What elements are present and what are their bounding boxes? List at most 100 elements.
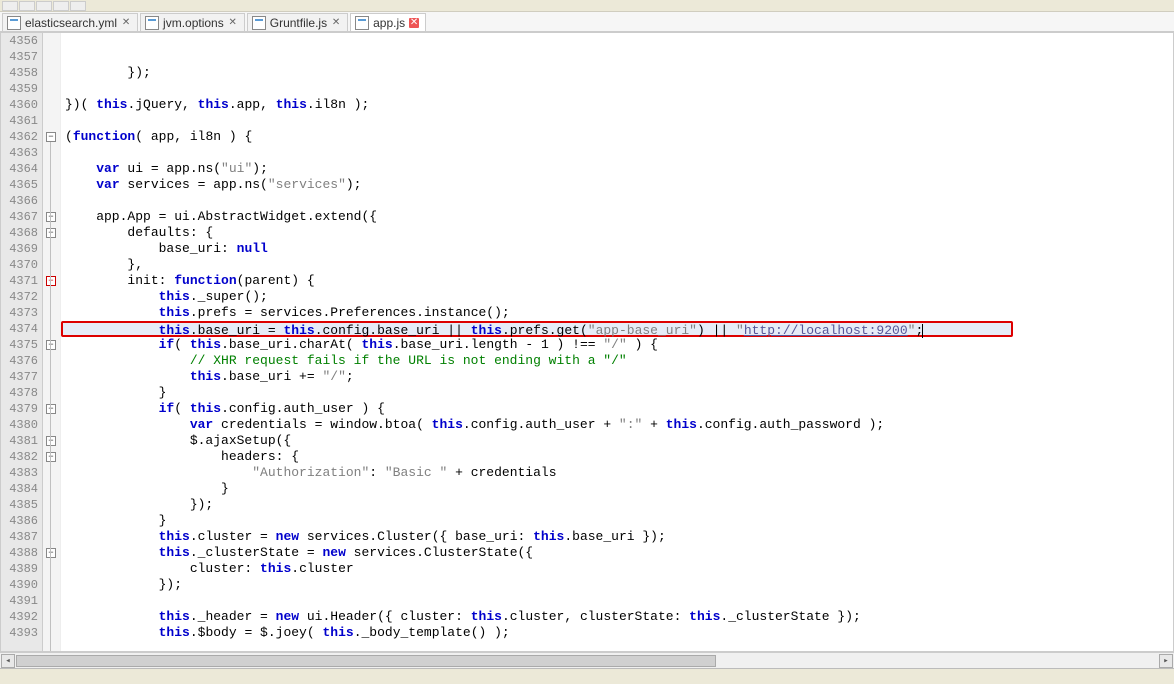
line-number: 4386 xyxy=(1,513,38,529)
line-number: 4380 xyxy=(1,417,38,433)
line-number: 4368 xyxy=(1,225,38,241)
line-number: 4361 xyxy=(1,113,38,129)
file-icon xyxy=(252,16,266,30)
editor-area: 4356435743584359436043614362436343644365… xyxy=(0,32,1174,652)
tab-label: jvm.options xyxy=(163,16,224,30)
line-number: 4393 xyxy=(1,625,38,641)
file-icon xyxy=(145,16,159,30)
code-line[interactable]: cluster: this.cluster xyxy=(61,561,1173,577)
code-line[interactable]: })( this.jQuery, this.app, this.il8n ); xyxy=(61,97,1173,113)
tab-jvm-options[interactable]: jvm.options ✕ xyxy=(140,13,245,31)
scroll-left-button[interactable]: ◂ xyxy=(1,654,15,668)
code-line[interactable]: if( this.base_uri.charAt( this.base_uri.… xyxy=(61,337,1173,353)
code-line[interactable]: this._clusterState = new services.Cluste… xyxy=(61,545,1173,561)
line-number: 4356 xyxy=(1,33,38,49)
line-number: 4370 xyxy=(1,257,38,273)
code-line[interactable]: (function( app, il8n ) { xyxy=(61,129,1173,145)
fold-toggle[interactable]: − xyxy=(46,452,56,462)
main-toolbar xyxy=(0,0,1174,12)
code-line[interactable] xyxy=(61,49,1173,65)
code-line[interactable]: "Authorization": "Basic " + credentials xyxy=(61,465,1173,481)
tab-app-js[interactable]: app.js✕ xyxy=(350,13,426,31)
code-line[interactable]: this.prefs = services.Preferences.instan… xyxy=(61,305,1173,321)
toolbar-icon[interactable] xyxy=(2,1,18,11)
line-number: 4373 xyxy=(1,305,38,321)
fold-toggle[interactable]: − xyxy=(46,228,56,238)
close-icon[interactable]: ✕ xyxy=(409,18,419,28)
line-number: 4369 xyxy=(1,241,38,257)
code-line[interactable] xyxy=(61,593,1173,609)
toolbar-icon[interactable] xyxy=(53,1,69,11)
toolbar-icon[interactable] xyxy=(70,1,86,11)
code-view[interactable]: }); })( this.jQuery, this.app, this.il8n… xyxy=(61,33,1173,651)
code-line[interactable]: $.ajaxSetup({ xyxy=(61,433,1173,449)
code-line[interactable]: var credentials = window.btoa( this.conf… xyxy=(61,417,1173,433)
code-line[interactable]: this._header = new ui.Header({ cluster: … xyxy=(61,609,1173,625)
code-line[interactable]: // XHR request fails if the URL is not e… xyxy=(61,353,1173,369)
fold-guide xyxy=(50,222,51,652)
tab-label: Gruntfile.js xyxy=(270,16,327,30)
scroll-thumb[interactable] xyxy=(16,655,716,667)
code-line[interactable]: init: function(parent) { xyxy=(61,273,1173,289)
file-icon xyxy=(355,16,369,30)
tab-label: elasticsearch.yml xyxy=(25,16,117,30)
horizontal-scrollbar[interactable]: ◂ ▸ xyxy=(0,652,1174,668)
fold-toggle[interactable]: − xyxy=(46,340,56,350)
scroll-right-button[interactable]: ▸ xyxy=(1159,654,1173,668)
file-icon xyxy=(7,16,21,30)
code-line[interactable]: this.cluster = new services.Cluster({ ba… xyxy=(61,529,1173,545)
fold-toggle[interactable]: − xyxy=(46,276,56,286)
code-line[interactable]: }); xyxy=(61,577,1173,593)
code-line[interactable]: var services = app.ns("services"); xyxy=(61,177,1173,193)
fold-toggle[interactable]: − xyxy=(46,404,56,414)
close-icon[interactable]: ✕ xyxy=(121,18,131,28)
code-line[interactable]: defaults: { xyxy=(61,225,1173,241)
fold-toggle[interactable]: − xyxy=(46,436,56,446)
line-number: 4387 xyxy=(1,529,38,545)
line-number: 4384 xyxy=(1,481,38,497)
code-line[interactable]: } xyxy=(61,481,1173,497)
close-icon[interactable]: ✕ xyxy=(228,18,238,28)
code-line[interactable] xyxy=(61,81,1173,97)
line-number: 4375 xyxy=(1,337,38,353)
code-line[interactable]: } xyxy=(61,513,1173,529)
line-number-gutter: 4356435743584359436043614362436343644365… xyxy=(1,33,43,651)
fold-toggle[interactable]: − xyxy=(46,132,56,142)
code-line[interactable]: var ui = app.ns("ui"); xyxy=(61,161,1173,177)
code-line[interactable]: }); xyxy=(61,65,1173,81)
code-line[interactable]: this._super(); xyxy=(61,289,1173,305)
line-number: 4385 xyxy=(1,497,38,513)
line-number: 4392 xyxy=(1,609,38,625)
code-line[interactable]: base_uri: null xyxy=(61,241,1173,257)
fold-column[interactable]: − − − − − − − − − xyxy=(43,33,61,651)
fold-toggle[interactable]: − xyxy=(46,548,56,558)
line-number: 4363 xyxy=(1,145,38,161)
tab-elasticsearch-yml[interactable]: elasticsearch.yml ✕ xyxy=(2,13,138,31)
toolbar-icon[interactable] xyxy=(19,1,35,11)
code-line[interactable]: headers: { xyxy=(61,449,1173,465)
code-line[interactable]: }); xyxy=(61,497,1173,513)
line-number: 4358 xyxy=(1,65,38,81)
close-icon[interactable]: ✕ xyxy=(331,18,341,28)
code-line[interactable]: this.$body = $.joey( this._body_template… xyxy=(61,625,1173,641)
tab-gruntfile-js[interactable]: Gruntfile.js ✕ xyxy=(247,13,348,31)
line-number: 4371 xyxy=(1,273,38,289)
toolbar-icon[interactable] xyxy=(36,1,52,11)
code-line[interactable] xyxy=(61,145,1173,161)
code-line[interactable]: }, xyxy=(61,257,1173,273)
line-number: 4365 xyxy=(1,177,38,193)
status-bar xyxy=(0,668,1174,684)
line-number: 4382 xyxy=(1,449,38,465)
code-line[interactable]: this.base_uri += "/"; xyxy=(61,369,1173,385)
code-line[interactable]: app.App = ui.AbstractWidget.extend({ xyxy=(61,209,1173,225)
line-number: 4388 xyxy=(1,545,38,561)
fold-toggle[interactable]: − xyxy=(46,212,56,222)
code-line[interactable]: if( this.config.auth_user ) { xyxy=(61,401,1173,417)
code-line[interactable] xyxy=(61,113,1173,129)
line-number: 4360 xyxy=(1,97,38,113)
line-number: 4364 xyxy=(1,161,38,177)
code-line[interactable]: this.base_uri = this.config.base_uri || … xyxy=(61,321,1013,337)
code-line[interactable]: } xyxy=(61,385,1173,401)
code-line[interactable] xyxy=(61,193,1173,209)
code-line[interactable] xyxy=(61,33,1173,49)
